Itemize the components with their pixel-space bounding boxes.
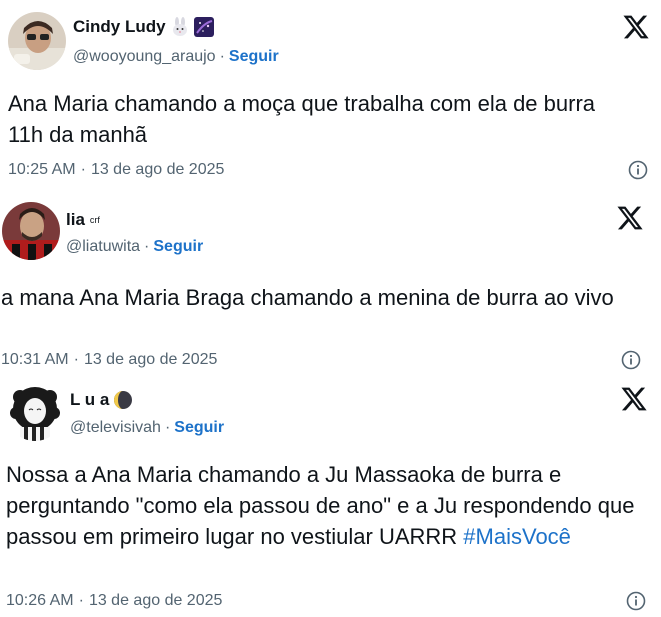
separator: · [73, 351, 79, 368]
info-icon[interactable] [626, 591, 646, 611]
follow-button[interactable]: Seguir [153, 238, 203, 255]
handle[interactable]: @wooyoung_araujo [73, 48, 216, 65]
tweet-time[interactable]: 10:25 AM [8, 161, 76, 178]
x-logo-icon[interactable] [622, 13, 650, 41]
handle[interactable]: @televisivah [70, 419, 161, 436]
tweet-text: a mana Ana Maria Braga chamando a menina… [1, 285, 614, 310]
author-name-row: lia crf [66, 210, 100, 230]
handle[interactable]: @liatuwita [66, 238, 140, 255]
handle-row: @wooyoung_araujo · Seguir [73, 48, 279, 66]
galaxy-icon [193, 17, 214, 37]
author-name-row: L u a [70, 390, 133, 410]
rabbit-icon [170, 17, 190, 37]
timestamp-row: 10:25 AM · 13 de ago de 2025 [8, 161, 224, 179]
separator: · [219, 48, 225, 65]
info-icon[interactable] [621, 350, 641, 370]
tweet-time[interactable]: 10:31 AM [1, 351, 69, 368]
moon-icon [113, 390, 133, 410]
tweet-date[interactable]: 13 de ago de 2025 [89, 592, 222, 609]
separator: · [80, 161, 86, 178]
tweet-text: Nossa a Ana Maria chamando a Ju Massaoka… [6, 459, 636, 552]
name-suffix: crf [89, 215, 100, 225]
tweet-text: Ana Maria chamando a moça que trabalha c… [8, 91, 596, 147]
timestamp-row: 10:26 AM · 13 de ago de 2025 [6, 592, 222, 610]
info-icon[interactable] [628, 160, 648, 180]
handle-row: @liatuwita · Seguir [66, 238, 203, 256]
x-logo-icon[interactable] [616, 204, 644, 232]
tweet-date[interactable]: 13 de ago de 2025 [84, 351, 217, 368]
tweet-card-1: Cindy Ludy @wooyoung_araujo · Seguir Ana M… [0, 0, 661, 190]
avatar[interactable] [2, 202, 60, 260]
x-logo-icon[interactable] [620, 385, 648, 413]
display-name[interactable]: L u a [70, 390, 109, 410]
avatar[interactable] [6, 383, 64, 441]
tweet-time[interactable]: 10:26 AM [6, 592, 74, 609]
handle-row: @televisivah · Seguir [70, 419, 224, 437]
avatar[interactable] [8, 12, 66, 70]
separator: · [144, 238, 150, 255]
tweet-card-2: lia crf @liatuwita · Seguir a mana Ana Mari… [0, 190, 661, 375]
separator: · [164, 419, 171, 436]
follow-button[interactable]: Seguir [229, 48, 279, 65]
hashtag-link[interactable]: #MaisVocê [463, 524, 571, 549]
author-name-row: Cindy Ludy [73, 17, 214, 37]
separator: · [78, 592, 84, 609]
follow-button[interactable]: Seguir [174, 419, 224, 436]
display-name[interactable]: lia [66, 210, 85, 230]
timestamp-row: 10:31 AM · 13 de ago de 2025 [1, 351, 217, 369]
display-name[interactable]: Cindy Ludy [73, 17, 166, 37]
tweet-date[interactable]: 13 de ago de 2025 [91, 161, 224, 178]
tweet-card-3: L u a @televisivah · Seguir Nossa a Ana Ma… [0, 375, 661, 617]
